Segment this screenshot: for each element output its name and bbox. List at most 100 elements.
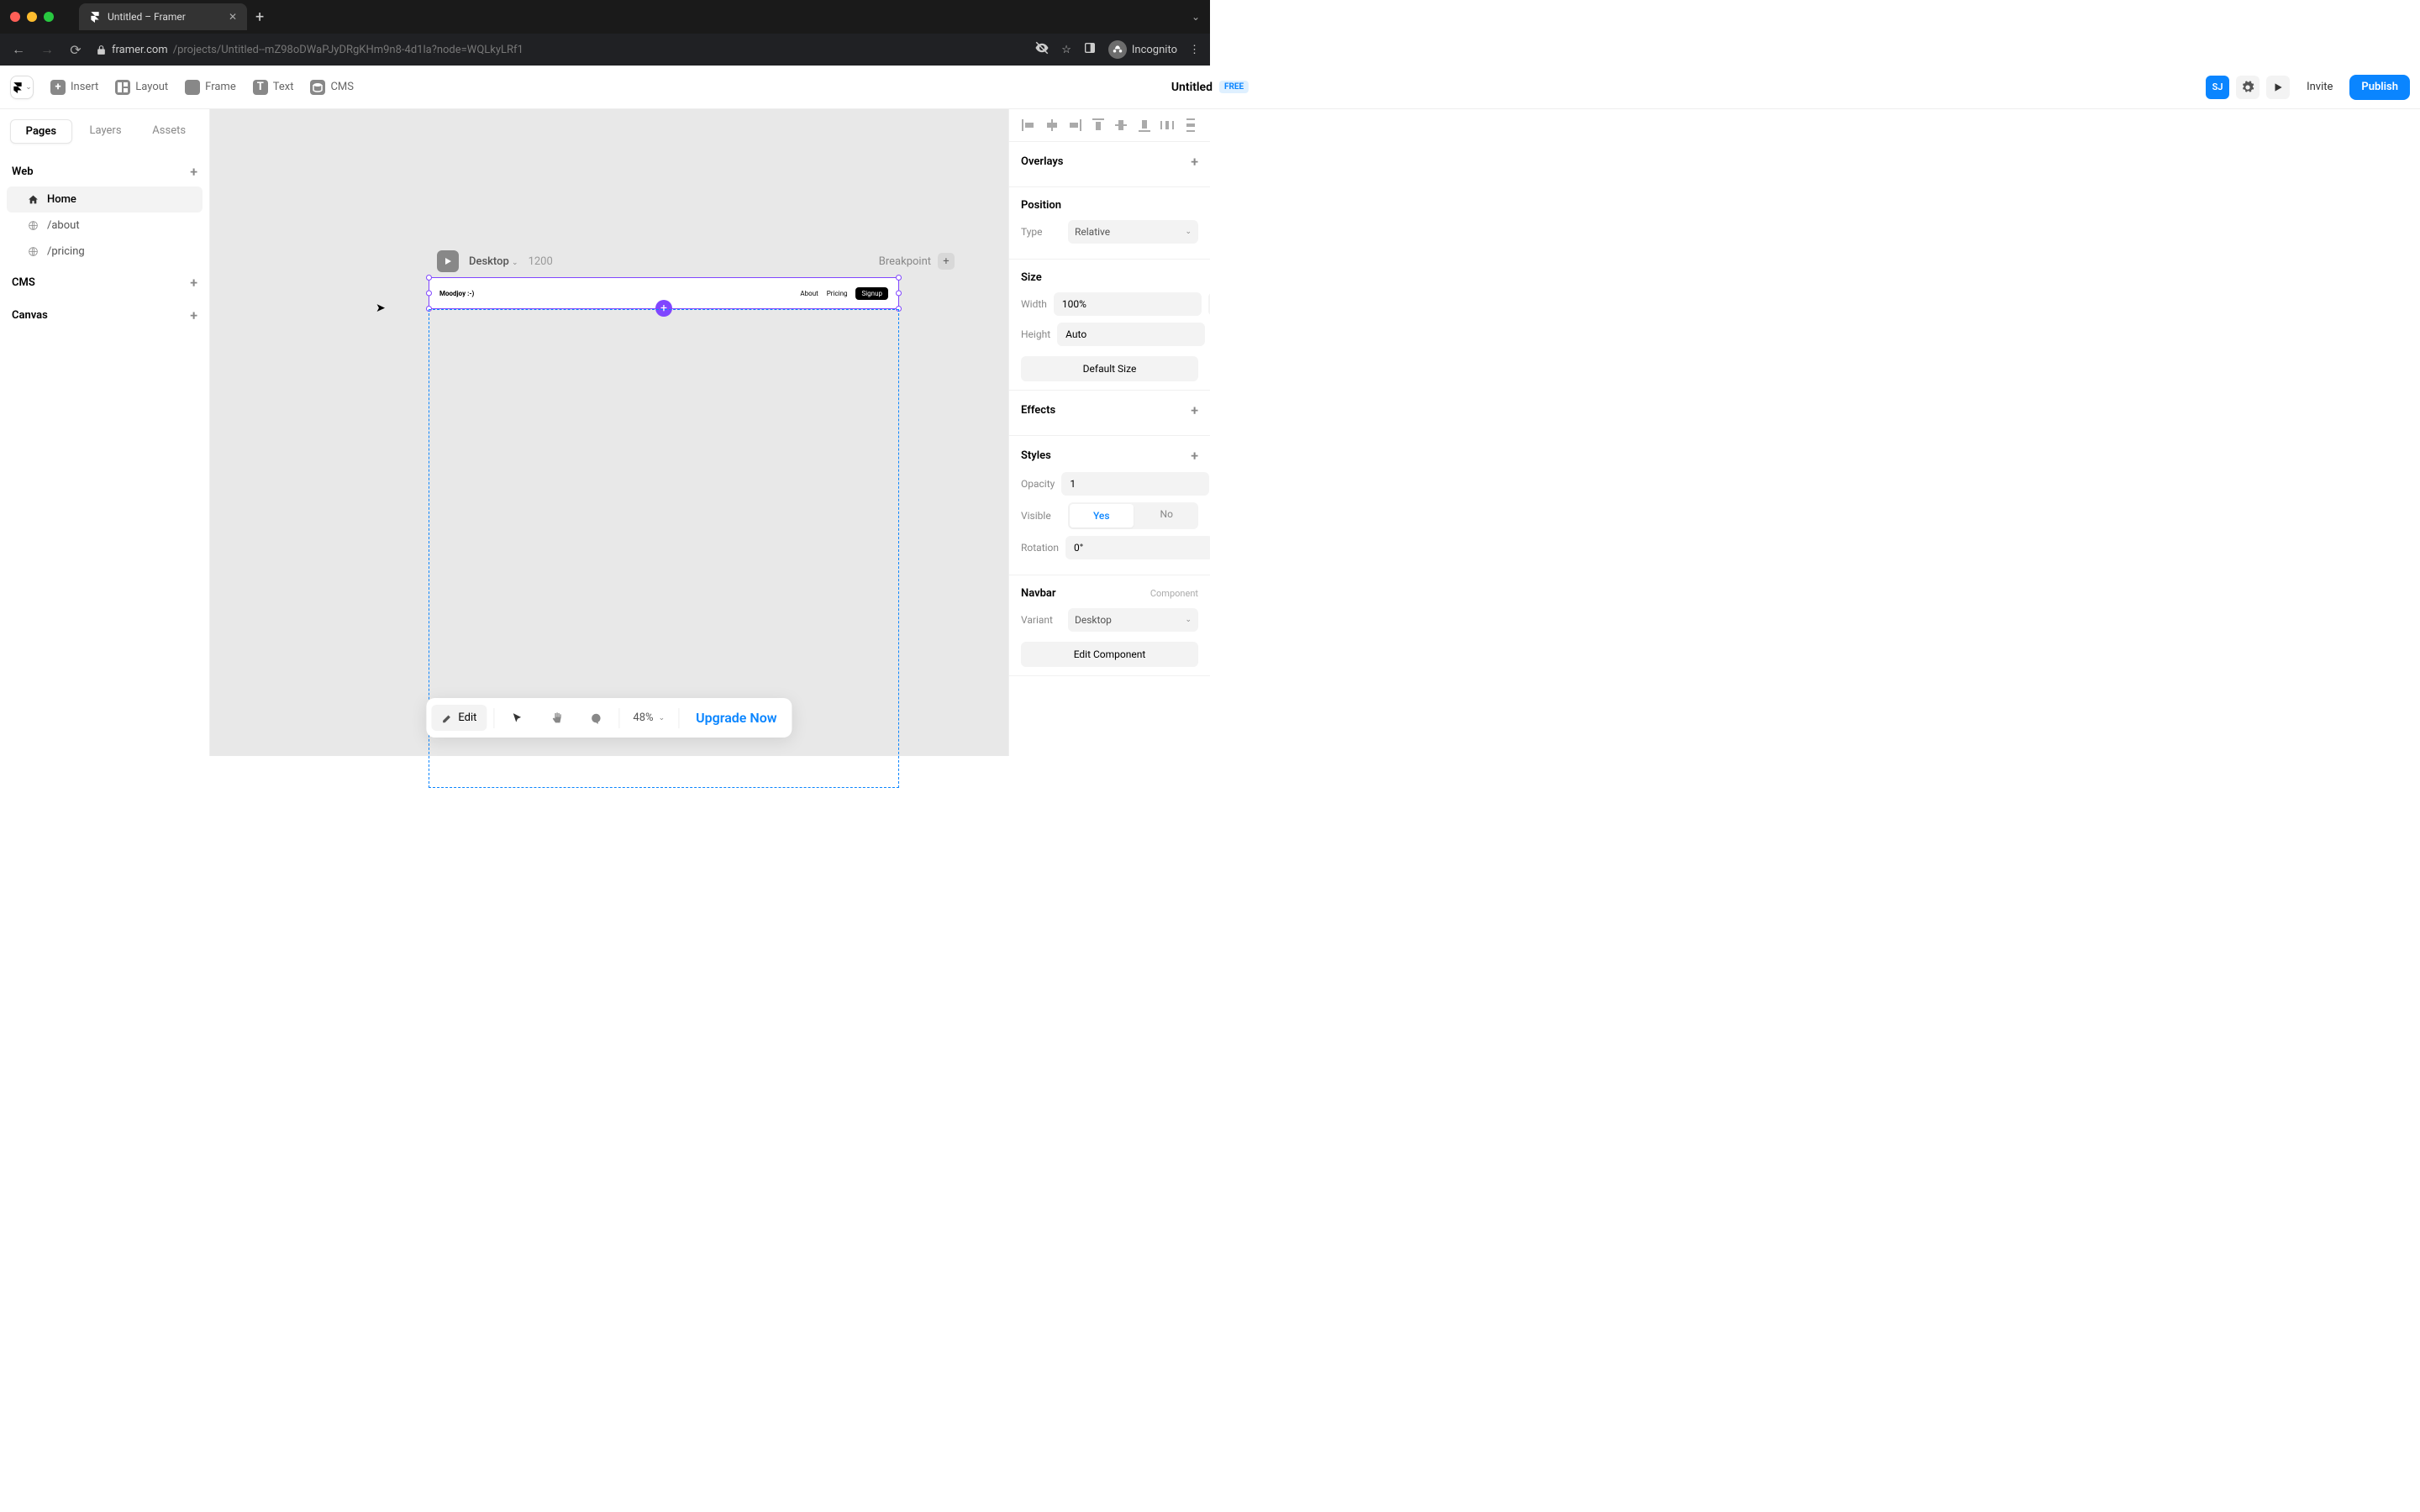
align-left-icon[interactable]	[1021, 118, 1036, 133]
edit-component-button[interactable]: Edit Component	[1021, 642, 1198, 667]
variant-select[interactable]: Desktop⌄	[1068, 608, 1198, 632]
add-canvas-button[interactable]: +	[190, 307, 197, 323]
align-top-icon[interactable]	[1091, 118, 1106, 133]
resize-handle[interactable]	[426, 291, 432, 297]
align-right-icon[interactable]	[1067, 118, 1082, 133]
align-bottom-icon[interactable]	[1137, 118, 1152, 133]
pencil-icon	[441, 712, 453, 724]
select-tool[interactable]	[501, 706, 533, 731]
height-input[interactable]	[1057, 323, 1205, 346]
add-style-button[interactable]: +	[1191, 448, 1198, 464]
new-tab-button[interactable]: +	[255, 8, 264, 26]
page-item-about[interactable]: /about	[7, 213, 203, 239]
page-item-pricing[interactable]: /pricing	[7, 239, 203, 265]
visible-label: Visible	[1021, 510, 1061, 522]
canvas-width[interactable]: 1200	[529, 255, 553, 268]
nav-link-about: About	[800, 290, 818, 297]
web-section-title: Web	[12, 165, 34, 178]
forward-button[interactable]: →	[39, 41, 55, 58]
chevron-down-icon: ⌄	[1185, 228, 1192, 236]
frame-label: Frame	[205, 81, 236, 93]
add-breakpoint-button[interactable]: +	[938, 253, 955, 270]
width-unit-select[interactable]: Rel⌄	[1208, 292, 1210, 316]
add-effect-button[interactable]: +	[1191, 402, 1198, 418]
align-center-h-icon[interactable]	[1044, 118, 1060, 133]
chevron-down-icon: ⌄	[25, 83, 32, 92]
close-tab-icon[interactable]: ✕	[229, 11, 237, 23]
visible-yes[interactable]: Yes	[1070, 504, 1134, 528]
globe-icon	[27, 220, 39, 232]
menu-icon[interactable]: ⋮	[1189, 44, 1200, 56]
cms-button[interactable]: CMS	[303, 75, 360, 100]
eye-off-icon[interactable]	[1034, 40, 1050, 59]
window-close[interactable]	[10, 12, 20, 22]
cms-label: CMS	[330, 81, 354, 93]
back-button[interactable]: ←	[10, 41, 27, 58]
size-title: Size	[1021, 271, 1042, 284]
device-selector[interactable]: Desktop ⌄	[469, 255, 518, 268]
cursor-icon: ➤	[376, 302, 386, 315]
canvas-section-title: Canvas	[12, 309, 48, 322]
plus-icon: +	[50, 80, 66, 95]
height-label: Height	[1021, 328, 1050, 340]
chevron-down-icon: ⌄	[659, 714, 666, 722]
opacity-input[interactable]	[1061, 472, 1209, 496]
comment-tool[interactable]	[580, 706, 612, 731]
resize-handle[interactable]	[896, 291, 902, 297]
hand-tool[interactable]	[539, 705, 573, 732]
resize-handle[interactable]	[896, 275, 902, 281]
layout-icon	[115, 80, 130, 95]
settings-button[interactable]	[2236, 76, 2260, 99]
url-domain: framer.com	[112, 44, 168, 56]
edit-mode-button[interactable]: Edit	[431, 705, 487, 731]
window-maximize[interactable]	[44, 12, 54, 22]
tab-pages[interactable]: Pages	[10, 119, 72, 144]
browser-tab[interactable]: Untitled – Framer ✕	[79, 3, 247, 30]
chevron-down-icon: ⌄	[512, 259, 518, 267]
divider	[678, 708, 679, 728]
distribute-v-icon[interactable]	[1183, 118, 1198, 133]
selected-navbar-component[interactable]: + Moodjoy :-) About Pricing Signup	[429, 277, 899, 309]
project-title[interactable]: Untitled	[1171, 81, 1213, 94]
bookmark-star-icon[interactable]: ☆	[1061, 44, 1071, 56]
incognito-indicator[interactable]: Incognito	[1108, 40, 1177, 59]
resize-handle[interactable]	[426, 275, 432, 281]
position-type-select[interactable]: Relative⌄	[1068, 220, 1198, 244]
hand-icon	[550, 711, 563, 725]
add-overlay-button[interactable]: +	[1191, 154, 1198, 170]
tab-assets[interactable]: Assets	[139, 119, 199, 144]
text-button[interactable]: TText	[246, 75, 301, 100]
canvas-play-button[interactable]	[437, 250, 459, 272]
insert-button[interactable]: +Insert	[44, 75, 105, 100]
upgrade-button[interactable]: Upgrade Now	[686, 703, 786, 732]
visible-toggle[interactable]: Yes No	[1068, 502, 1198, 529]
framer-menu-button[interactable]: ⌄	[10, 76, 34, 99]
rotation-input[interactable]	[1065, 536, 1210, 559]
width-input[interactable]	[1054, 292, 1202, 316]
divider	[493, 708, 494, 728]
publish-button[interactable]: Publish	[2349, 75, 2410, 100]
add-page-button[interactable]: +	[190, 164, 197, 180]
home-icon	[27, 194, 39, 206]
reload-button[interactable]: ⟳	[67, 42, 84, 58]
window-minimize[interactable]	[27, 12, 37, 22]
navbar-title: Navbar	[1021, 587, 1056, 600]
tab-layers[interactable]: Layers	[76, 119, 136, 144]
opacity-label: Opacity	[1021, 478, 1055, 490]
distribute-h-icon[interactable]	[1160, 118, 1175, 133]
default-size-button[interactable]: Default Size	[1021, 356, 1198, 381]
frame-button[interactable]: Frame	[178, 75, 243, 100]
page-item-home[interactable]: Home	[7, 186, 203, 213]
play-icon	[2272, 81, 2284, 93]
visible-no[interactable]: No	[1135, 502, 1199, 529]
window-chevron-icon[interactable]: ⌄	[1192, 11, 1200, 23]
preview-button[interactable]	[2266, 76, 2290, 99]
layout-button[interactable]: Layout	[108, 75, 175, 100]
align-center-v-icon[interactable]	[1113, 118, 1128, 133]
user-avatar[interactable]: SJ	[2206, 76, 2229, 99]
add-cms-button[interactable]: +	[190, 275, 197, 291]
zoom-control[interactable]: 48% ⌄	[626, 711, 671, 724]
extension-icon[interactable]	[1083, 41, 1097, 58]
address-bar[interactable]: framer.com/projects/Untitled--mZ98oDWaPJ…	[96, 44, 1023, 56]
invite-button[interactable]: Invite	[2296, 76, 2343, 99]
